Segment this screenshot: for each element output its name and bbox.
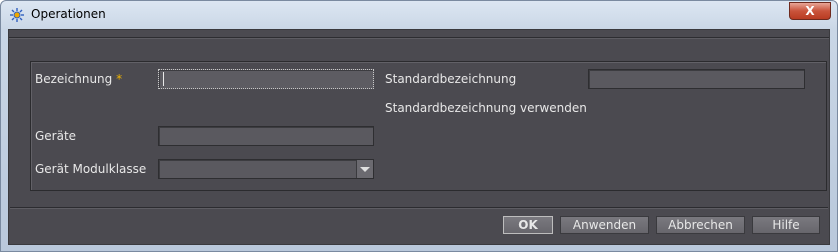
cancel-button[interactable]: Abbrechen bbox=[656, 216, 745, 234]
window-title: Operationen bbox=[31, 7, 106, 21]
standardbezeichnung-label: Standardbezeichnung bbox=[385, 72, 517, 86]
app-gear-icon bbox=[10, 8, 24, 22]
geraete-input[interactable] bbox=[158, 126, 374, 146]
top-divider bbox=[9, 37, 829, 39]
help-button[interactable]: Hilfe bbox=[752, 216, 820, 234]
geraete-label: Geräte bbox=[35, 129, 77, 143]
dialog-window: Operationen X Bezeichnung * Standardbeze… bbox=[0, 0, 838, 252]
bezeichnung-label: Bezeichnung * bbox=[35, 72, 123, 86]
modulklasse-select[interactable] bbox=[158, 159, 374, 179]
modulklasse-label: Gerät Modulklasse bbox=[35, 162, 147, 176]
title-bar[interactable]: Operationen X bbox=[1, 1, 837, 29]
ok-button[interactable]: OK bbox=[503, 216, 553, 234]
close-button[interactable]: X bbox=[789, 2, 831, 20]
required-mark: * bbox=[116, 72, 123, 86]
use-standard-label[interactable]: Standardbezeichnung verwenden bbox=[385, 100, 587, 116]
bezeichnung-input[interactable] bbox=[158, 69, 374, 89]
dialog-content: Bezeichnung * Standardbezeichnung Standa… bbox=[8, 29, 830, 245]
standardbezeichnung-input[interactable] bbox=[588, 69, 805, 89]
apply-button[interactable]: Anwenden bbox=[560, 216, 649, 234]
chevron-down-icon[interactable] bbox=[356, 160, 373, 178]
button-separator bbox=[10, 207, 828, 209]
text-caret bbox=[163, 72, 164, 86]
